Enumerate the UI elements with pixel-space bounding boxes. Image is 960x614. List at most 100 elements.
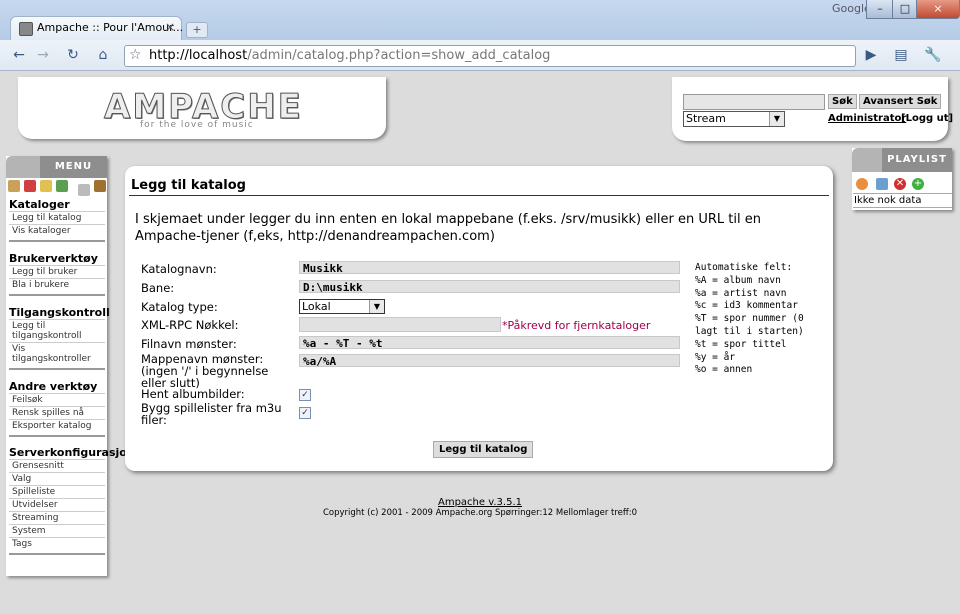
xmlrpc-key-label: XML-RPC Nøkkel: — [141, 318, 239, 332]
search-panel: Søk Avansert Søk Stream ▼ Administrator … — [672, 77, 953, 141]
title-divider — [129, 195, 829, 196]
notes-icon[interactable] — [40, 180, 52, 192]
add-catalog-button[interactable]: Legg til katalog — [433, 441, 534, 458]
divider — [9, 393, 105, 394]
home-icon[interactable] — [8, 180, 20, 192]
sidebar-item-tags[interactable]: Tags — [12, 539, 32, 549]
page-menu-icon[interactable]: ▤ — [890, 45, 912, 65]
logo-panel: AMPACHE for the love of music — [18, 77, 386, 139]
automatic-fields-legend: Automatiske felt: %A = album navn %a = a… — [695, 262, 804, 376]
intro-text: I skjemaet under legger du inn enten en … — [135, 212, 761, 244]
folder-pattern-input[interactable]: %a/%A — [299, 354, 680, 368]
section-separator — [9, 294, 105, 296]
catalog-name-input[interactable]: Musikk — [299, 261, 680, 275]
m3u-playlists-checkbox[interactable]: ✓ — [299, 407, 311, 419]
divider — [9, 265, 105, 266]
section-separator — [9, 368, 105, 370]
home-icon[interactable]: ⌂ — [92, 45, 114, 65]
sidebar-item-options[interactable]: Valg — [12, 474, 31, 484]
plugin-icon[interactable] — [56, 180, 68, 192]
sidebar-section-access-control: Tilgangskontroll — [9, 306, 110, 319]
filename-pattern-input[interactable]: %a - %T - %t — [299, 336, 680, 350]
browser-tab[interactable]: Ampache :: Pour l'Amour... × — [10, 16, 184, 41]
sidebar-item-debug[interactable]: Feilsøk — [12, 395, 43, 405]
browser-brand-label: Google — [832, 2, 871, 15]
checkmark-icon: ✓ — [301, 408, 309, 418]
sidebar-item-export-catalog[interactable]: Eksporter katalog — [12, 421, 91, 431]
browser-toolbar: ← → ↻ ⌂ ☆ http://localhost/admin/catalog… — [0, 40, 960, 71]
sidebar-section-server-config: Serverkonfigurasjon — [9, 446, 135, 459]
search-button[interactable]: Søk — [828, 94, 857, 109]
save-playlist-icon[interactable] — [876, 178, 888, 190]
reload-icon[interactable]: ↻ — [62, 45, 84, 65]
catalog-name-label: Katalognavn: — [141, 262, 217, 276]
section-separator — [9, 435, 105, 437]
filename-pattern-label: Filnavn mønster: — [141, 337, 237, 351]
stream-select[interactable]: Stream ▼ — [683, 111, 785, 127]
logo-tagline: for the love of music — [140, 120, 254, 130]
footer-version-link[interactable]: Ampache v.3.5.1 — [0, 497, 960, 508]
sidebar-section-catalogs: Kataloger — [9, 198, 70, 211]
speaker-icon[interactable] — [24, 180, 36, 192]
sidebar-item-show-catalogs[interactable]: Vis kataloger — [12, 226, 71, 236]
sidebar-item-interface[interactable]: Grensesnitt — [12, 461, 64, 471]
sidebar-item-system[interactable]: System — [12, 526, 46, 536]
album-art-checkbox[interactable]: ✓ — [299, 389, 311, 401]
catalog-type-label: Katalog type: — [141, 300, 218, 314]
admin-icon[interactable] — [78, 184, 90, 196]
sidebar-item-add-user[interactable]: Legg til bruker — [12, 267, 77, 277]
go-arrow-icon[interactable]: ▶ — [860, 45, 882, 65]
sidebar-item-add-access[interactable]: Legg til tilgangskontroll — [12, 321, 104, 341]
section-separator — [9, 240, 105, 242]
sidebar-item-browse-users[interactable]: Bla i brukere — [12, 280, 69, 290]
bookmark-star-icon[interactable]: ☆ — [129, 47, 142, 63]
add-catalog-panel: Legg til katalog I skjemaet under legger… — [125, 166, 833, 471]
book-icon[interactable] — [94, 180, 106, 192]
address-bar[interactable]: ☆ http://localhost/admin/catalog.php?act… — [124, 45, 856, 67]
divider — [9, 537, 105, 538]
catalog-type-value: Lokal — [302, 300, 331, 313]
tab-close-icon[interactable]: × — [165, 20, 175, 34]
add-icon[interactable]: + — [912, 178, 924, 190]
sidebar-icon-row — [6, 180, 107, 196]
playlist-tab[interactable]: PLAYLIST — [882, 148, 952, 172]
catalog-type-select[interactable]: Lokal ▼ — [299, 299, 385, 314]
xmlrpc-key-input[interactable] — [299, 317, 501, 332]
window-maximize-button[interactable]: □ — [892, 0, 918, 19]
clear-playlist-icon[interactable]: ✕ — [894, 178, 906, 190]
stream-select-value: Stream — [686, 112, 726, 125]
divider — [9, 342, 105, 343]
m3u-playlists-label: Bygg spillelister fra m3u filer: — [141, 401, 282, 427]
forward-arrow-icon[interactable]: → — [32, 45, 54, 65]
new-tab-button[interactable]: + — [186, 22, 208, 38]
playlist-empty-text: Ikke nok data — [853, 193, 952, 208]
section-separator — [9, 553, 105, 555]
window-minimize-button[interactable]: – — [866, 0, 894, 19]
search-input[interactable] — [683, 94, 825, 110]
page-favicon-icon — [19, 22, 33, 36]
playlist-tab-left — [852, 148, 882, 172]
playlist-panel: PLAYLIST ✕ + Ikke nok data — [852, 148, 952, 210]
random-icon[interactable] — [856, 178, 868, 190]
sidebar-item-add-catalog[interactable]: Legg til katalog — [12, 213, 81, 223]
page-content: AMPACHE for the love of music Søk Avanse… — [0, 71, 960, 614]
menu-tab[interactable]: MENU — [40, 156, 107, 178]
divider — [9, 211, 105, 212]
window-close-button[interactable]: × — [916, 0, 960, 19]
advanced-search-button[interactable]: Avansert Søk — [859, 94, 942, 109]
path-input[interactable]: D:\musikk — [299, 280, 680, 294]
sidebar-item-clear-now-playing[interactable]: Rensk spilles nå — [12, 408, 84, 418]
menu-tab-left — [6, 156, 40, 178]
tab-title: Ampache :: Pour l'Amour... — [37, 21, 184, 34]
administrator-link[interactable]: Administrator — [828, 113, 906, 124]
logout-link[interactable]: [Logg ut] — [901, 113, 953, 124]
sidebar-item-show-access[interactable]: Vis tilgangskontroller — [12, 344, 104, 364]
divider — [9, 419, 105, 420]
divider — [9, 524, 105, 525]
sidebar-section-user-tools: Brukerverktøy — [9, 252, 98, 265]
folder-pattern-label: Mappenavn mønster: (ingen '/' i begynnel… — [141, 352, 269, 390]
wrench-menu-icon[interactable]: 🔧 — [922, 45, 944, 65]
footer-copyright: Copyright (c) 2001 - 2009 Ampache.org Sp… — [322, 508, 638, 518]
sidebar-item-playlist[interactable]: Spilleliste — [12, 487, 55, 497]
back-arrow-icon[interactable]: ← — [8, 45, 30, 65]
